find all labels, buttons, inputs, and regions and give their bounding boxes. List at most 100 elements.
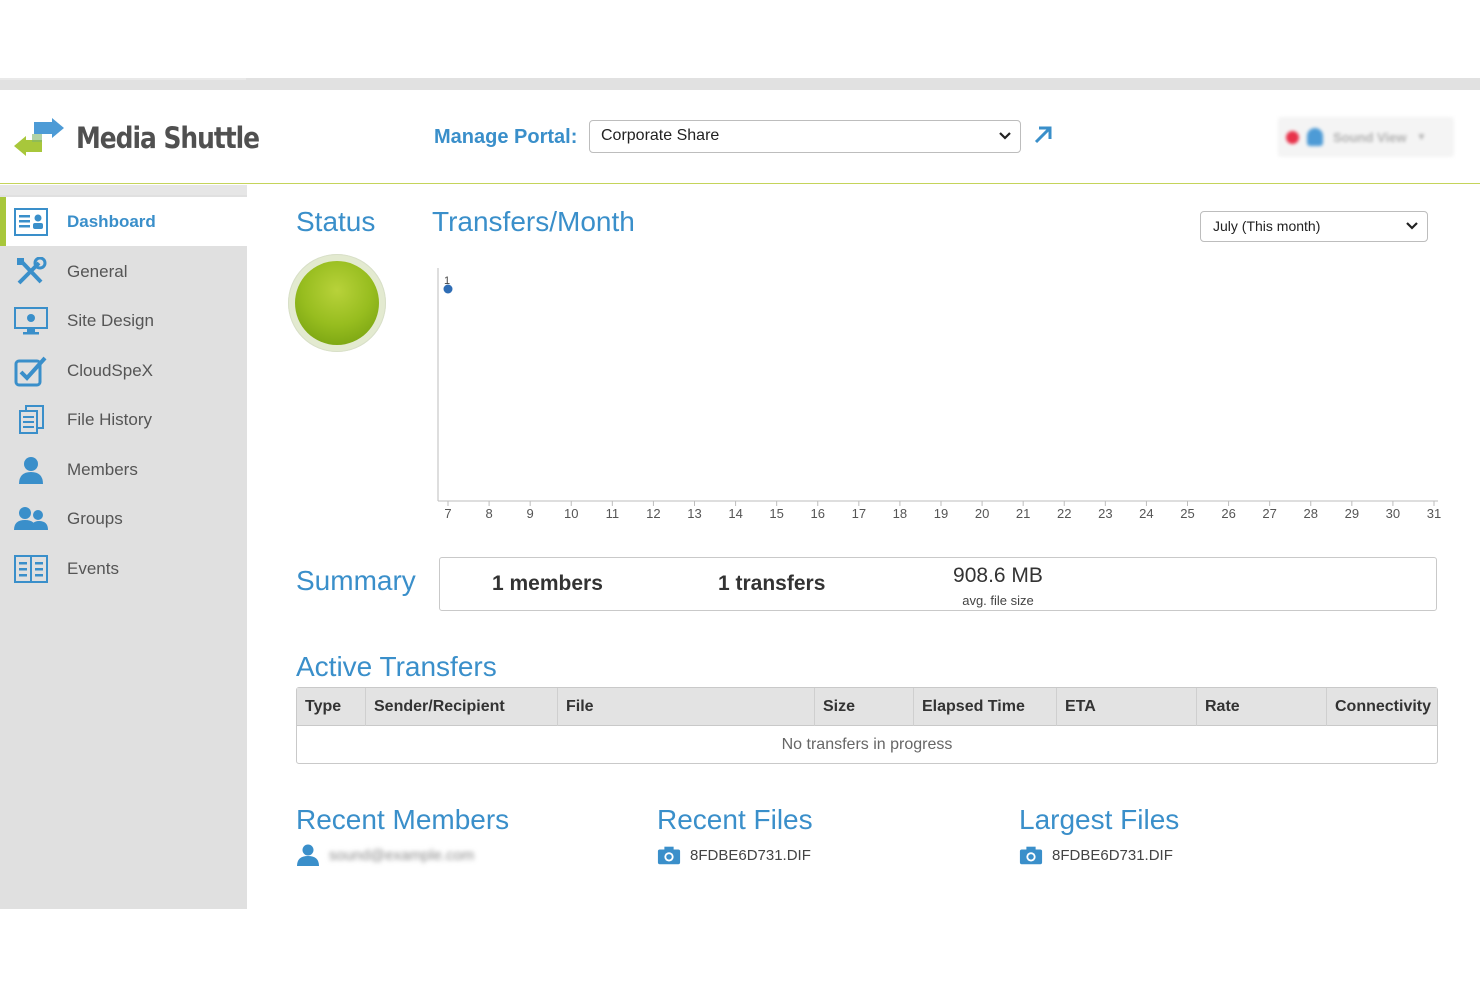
column-header-file[interactable]: File xyxy=(558,688,815,726)
user-menu[interactable]: Sound View ▼ xyxy=(1278,117,1454,157)
x-tick-label: 17 xyxy=(852,506,866,521)
sidebar-item-label: Events xyxy=(67,558,119,578)
summary-transfers: 1 transfers xyxy=(718,572,826,595)
sidebar-item-cloudspex[interactable]: CloudSpeX xyxy=(0,346,247,395)
portal-select[interactable]: Corporate Share xyxy=(589,120,1021,153)
sidebar-item-members[interactable]: Members xyxy=(0,445,247,494)
x-tick-label: 8 xyxy=(485,506,492,521)
checkbox-icon xyxy=(13,355,49,387)
dashboard-icon xyxy=(13,206,49,238)
sidebar-item-label: General xyxy=(67,261,128,281)
x-tick-label: 23 xyxy=(1098,506,1112,521)
sidebar-item-groups[interactable]: Groups xyxy=(0,494,247,543)
summary-avg-size-label: avg. file size xyxy=(962,593,1034,608)
x-tick-label: 11 xyxy=(606,506,620,521)
month-select[interactable]: July (This month) xyxy=(1200,211,1428,242)
chevron-down-icon xyxy=(998,128,1012,145)
transfers-title: Transfers/Month xyxy=(432,206,635,237)
x-tick-label: 12 xyxy=(646,506,660,521)
recent-members-title: Recent Members xyxy=(296,804,510,835)
status-dot-icon xyxy=(1286,130,1299,144)
x-tick-label: 30 xyxy=(1386,506,1400,521)
x-tick-label: 9 xyxy=(527,506,534,521)
x-tick-label: 20 xyxy=(975,506,989,521)
chevron-down-icon xyxy=(1405,218,1419,235)
sidebar-item-events[interactable]: Events xyxy=(0,544,247,593)
x-tick-label: 21 xyxy=(1016,506,1030,521)
file-history-icon xyxy=(13,404,49,436)
events-icon xyxy=(13,553,49,585)
column-header-size[interactable]: Size xyxy=(815,688,914,726)
summary-box: 1 members 1 transfers 908.6 MB avg. file… xyxy=(439,557,1437,611)
app-window: Media Shuttle Manage Portal: Corporate S… xyxy=(0,0,1480,987)
x-tick-label: 16 xyxy=(811,506,825,521)
x-tick-label: 19 xyxy=(934,506,948,521)
largest-file-name: 8FDBE6D731.DIF xyxy=(1052,846,1173,864)
camera-icon xyxy=(657,844,681,866)
user-avatar-icon xyxy=(1307,128,1323,146)
recent-member-item[interactable]: sound@example.com xyxy=(296,844,474,866)
column-header-elapsed[interactable]: Elapsed Time xyxy=(914,688,1057,726)
top-divider xyxy=(0,78,1480,90)
x-tick-label: 15 xyxy=(769,506,783,521)
empty-table-message: No transfers in progress xyxy=(781,736,953,753)
x-tick-label: 22 xyxy=(1057,506,1071,521)
app-header: Media Shuttle Manage Portal: Corporate S… xyxy=(0,90,1480,184)
open-portal-icon[interactable] xyxy=(1032,124,1054,146)
sidebar-spacer xyxy=(0,185,247,195)
largest-file-item[interactable]: 8FDBE6D731.DIF xyxy=(1019,844,1173,866)
active-transfers-title: Active Transfers xyxy=(296,651,497,682)
sidebar-item-label: CloudSpeX xyxy=(67,360,154,380)
status-title: Status xyxy=(296,206,376,237)
sidebar-item-label: Groups xyxy=(67,508,123,528)
sidebar-item-label: Members xyxy=(67,459,138,479)
sidebar-item-label: Dashboard xyxy=(67,211,156,231)
column-header-sender[interactable]: Sender/Recipient xyxy=(366,688,558,726)
member-icon xyxy=(296,844,320,866)
transfers-chart: 7 8 9 10 11 12 13 14 15 16 17 18 19 20 21 22 23 24 25 26 27 2… xyxy=(437,268,1441,521)
sidebar-item-site-design[interactable]: Site Design xyxy=(0,296,247,345)
x-tick-label: 7 xyxy=(444,506,451,521)
recent-file-item[interactable]: 8FDBE6D731.DIF xyxy=(657,844,811,866)
sidebar-item-file-history[interactable]: File History xyxy=(0,395,247,444)
manage-portal-label: Manage Portal: xyxy=(434,126,578,148)
x-tick-label: 14 xyxy=(728,506,742,521)
column-header-eta[interactable]: ETA xyxy=(1057,688,1197,726)
status-indicator xyxy=(288,254,386,352)
logo[interactable]: Media Shuttle xyxy=(12,116,289,160)
caret-down-icon: ▼ xyxy=(1416,131,1427,143)
column-header-connectivity[interactable]: Connectivity xyxy=(1327,688,1437,726)
user-name: Sound View xyxy=(1333,129,1407,145)
summary-members: 1 members xyxy=(492,572,603,595)
sidebar-item-label: Site Design xyxy=(67,310,154,330)
portal-select-value: Corporate Share xyxy=(601,127,720,144)
column-header-type[interactable]: Type xyxy=(297,688,366,726)
active-transfers-table: Type Sender/Recipient File Size Elapsed … xyxy=(296,687,1438,764)
shuttle-arrows-icon xyxy=(14,118,64,156)
member-icon xyxy=(13,454,49,486)
data-label: 1 xyxy=(444,275,450,287)
tools-icon xyxy=(13,256,49,288)
recent-file-name: 8FDBE6D731.DIF xyxy=(690,846,811,864)
column-header-rate[interactable]: Rate xyxy=(1197,688,1327,726)
app-name: Media Shuttle xyxy=(76,121,260,155)
x-tick-label: 25 xyxy=(1180,506,1194,521)
x-tick-label: 13 xyxy=(687,506,701,521)
x-tick-label: 27 xyxy=(1262,506,1276,521)
x-tick-label: 26 xyxy=(1221,506,1235,521)
x-tick-label: 18 xyxy=(893,506,907,521)
sidebar-item-general[interactable]: General xyxy=(0,247,247,296)
table-header: Type Sender/Recipient File Size Elapsed … xyxy=(297,688,1437,726)
x-tick-label: 28 xyxy=(1304,506,1318,521)
x-tick-label: 24 xyxy=(1139,506,1153,521)
x-tick-label: 31 xyxy=(1427,506,1441,521)
recent-member-email: sound@example.com xyxy=(329,846,475,864)
sidebar-item-dashboard[interactable]: Dashboard xyxy=(0,197,247,246)
x-tick-label: 29 xyxy=(1345,506,1359,521)
x-tick-label: 10 xyxy=(564,506,578,521)
recent-files-title: Recent Files xyxy=(657,804,813,835)
sidebar-item-label: File History xyxy=(67,409,153,429)
site-design-icon xyxy=(13,305,49,337)
month-select-value: July (This month) xyxy=(1213,218,1321,234)
camera-icon xyxy=(1019,844,1043,866)
